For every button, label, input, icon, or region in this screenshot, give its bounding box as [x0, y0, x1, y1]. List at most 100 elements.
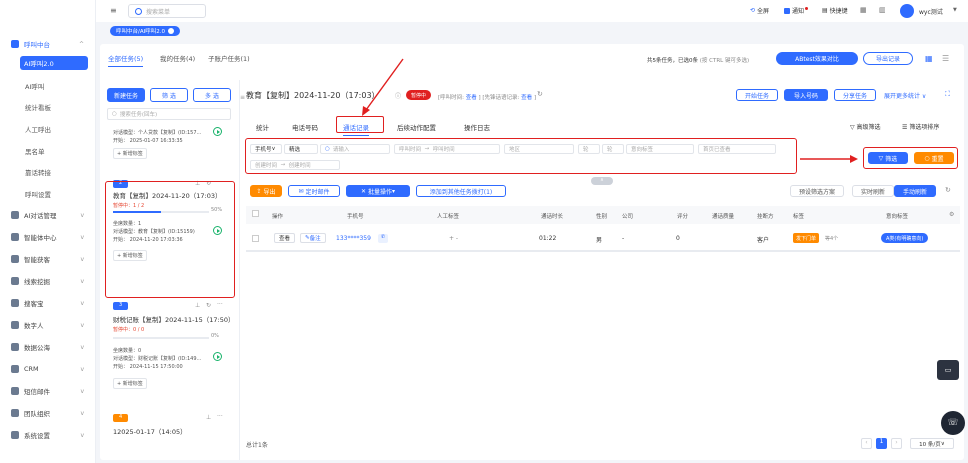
chevron-down-icon: v [80, 233, 84, 241]
gender-cell: 男 [596, 237, 603, 244]
sidebar-group-data-pool[interactable]: 数据公海 v [0, 339, 96, 355]
sidebar-group-leads[interactable]: 线索挖掘 v [0, 273, 96, 289]
call-phone-icon[interactable]: ✆ [378, 234, 388, 243]
annotation-arrows [362, 58, 858, 163]
next-page-button[interactable]: › [891, 438, 902, 449]
sidebar-item-label: 呼叫中台 [24, 41, 50, 49]
batch-operation-label: 批量操作 [368, 188, 393, 196]
sidebar-sub-dashboard[interactable]: 统计看板 [24, 100, 88, 114]
sidebar-group-label: 智能获客 [24, 256, 50, 264]
sidebar-sub-transfer[interactable]: 靠话转接 [24, 165, 88, 179]
sidebar-sub-label: 黑名单 [25, 148, 45, 156]
scheduled-mail-button[interactable]: ✉ 定时邮件 [288, 185, 340, 197]
sidebar-sub-label: AI呼叫2.0 [24, 60, 54, 68]
avatar[interactable] [900, 4, 914, 18]
menu-search-input[interactable]: 搜索菜单 [128, 4, 206, 18]
phone-cell[interactable]: 133****359 [336, 235, 371, 242]
chat-float-icon[interactable]: ▭ [937, 360, 959, 380]
chevron-down-icon: v [80, 365, 84, 373]
sidebar-group-soukebao[interactable]: 搜客宝 v [0, 295, 96, 311]
sidebar-group-team[interactable]: 团队组织 v [0, 405, 96, 421]
total-count: 总计1条 [246, 442, 268, 449]
chevron-down-icon: v [80, 387, 84, 395]
menu-search-placeholder: 搜索菜单 [146, 8, 171, 16]
select-all-checkbox[interactable] [252, 210, 259, 217]
sidebar-sub-label: 靠话转接 [25, 169, 51, 177]
tag-more[interactable]: 等4个 [825, 235, 838, 242]
settings-icon [11, 431, 19, 439]
scheduled-mail-label: 定时邮件 [305, 188, 330, 196]
col-intent-tag: 意向标签 [886, 214, 909, 220]
col-company: 公司 [622, 214, 634, 220]
shortcut-link[interactable]: ▤ 快捷键 [822, 6, 848, 15]
mail-icon: ✉ [298, 187, 304, 195]
fullscreen-label: 全屏 [757, 8, 770, 15]
col-gender: 性别 [596, 214, 608, 220]
page-1-button[interactable]: 1 [876, 438, 887, 449]
chevron-down-icon: v [80, 255, 84, 263]
col-phone: 手机号 [347, 214, 364, 220]
manual-refresh-button[interactable]: 手动刷新 [894, 185, 936, 197]
sidebar-group-crm[interactable]: CRM v [0, 361, 96, 377]
note-button[interactable]: ✎ 备注 [300, 233, 326, 243]
menu-toggle-icon[interactable]: ≡ [110, 6, 117, 15]
grid-icon[interactable]: ▦ [860, 6, 867, 14]
sidebar-sub-blacklist[interactable]: 黑名单 [24, 144, 88, 158]
sidebar-group-label: 搜客宝 [24, 300, 44, 308]
person-icon [11, 321, 19, 329]
realtime-refresh-button[interactable]: 实时刷新 [852, 185, 894, 197]
preset-filter-button[interactable]: 预设筛选方案 [790, 185, 844, 197]
sidebar-group-agent[interactable]: 智能体中心 v [0, 229, 96, 245]
sidebar-sub-manual-call[interactable]: 人工呼出 [24, 122, 88, 136]
horizontal-scrollbar[interactable] [246, 250, 960, 252]
bell-icon [784, 7, 790, 14]
sidebar-group-settings[interactable]: 系统设置 v [0, 427, 96, 443]
sidebar-group-digital-human[interactable]: 数字人 v [0, 317, 96, 333]
sidebar-group-label: 线索挖掘 [24, 278, 50, 286]
col-call-quality: 通话质量 [712, 214, 735, 220]
batch-icon: ✕ [360, 187, 366, 195]
page-size-select[interactable]: 10 条/页 ∨ [910, 438, 954, 449]
chevron-down-icon: v [80, 299, 84, 307]
sidebar-group-sms-mail[interactable]: 短信邮件 v [0, 383, 96, 399]
batch-operation-button[interactable]: ✕ 批量操作 ▾ [346, 185, 410, 197]
shortcut-label: 快捷键 [829, 8, 848, 15]
export-button[interactable]: ⇪ 导出 [250, 185, 282, 197]
refresh-icon[interactable]: ↻ [945, 186, 951, 194]
breadcrumb-tag[interactable]: 呼叫中台/AI呼叫2.0 [110, 26, 180, 36]
keyboard-icon: ▤ [822, 7, 828, 14]
search-icon [135, 7, 142, 15]
chevron-down-icon[interactable]: ▼ [953, 7, 957, 13]
sidebar-group-ai-dialog[interactable]: AI对话管理 v [0, 207, 96, 223]
add-to-other-task-button[interactable]: 添加到其他任务拨打(1) [416, 185, 506, 197]
manual-tag-cell[interactable]: + - [449, 235, 458, 242]
sidebar-sub-ai-call-2[interactable]: AI呼叫2.0 [20, 56, 88, 70]
sidebar-item-call-center[interactable]: 呼叫中台 ^ [0, 36, 96, 52]
chevron-down-icon: v [80, 321, 84, 329]
notify-link[interactable]: 通知 [784, 6, 809, 15]
sidebar-sub-ai-call[interactable]: AI呼叫 [24, 79, 88, 93]
chevron-up-icon: ^ [78, 40, 84, 48]
prev-page-button[interactable]: ‹ [861, 438, 872, 449]
chevron-down-icon: v [80, 343, 84, 351]
sidebar-group-acquire[interactable]: 智能获客 v [0, 251, 96, 267]
phone-icon [11, 40, 19, 48]
user-name[interactable]: wyc测试 [919, 7, 943, 16]
hangup-cell: 客户 [757, 237, 770, 244]
support-float-icon[interactable]: ☏ [941, 411, 965, 435]
row-checkbox[interactable] [252, 235, 259, 242]
sidebar-group-label: 数字人 [24, 322, 44, 330]
company-cell: - [622, 235, 625, 242]
sidebar-sub-label: 呼叫设置 [25, 191, 51, 199]
settings-icon[interactable]: ⚙ [949, 211, 954, 218]
crm-icon [11, 365, 19, 373]
fullscreen-link[interactable]: ⟲ 全屏 [750, 6, 769, 15]
notify-dot [805, 7, 809, 10]
chevron-down-icon: v [80, 409, 84, 417]
layout-icon[interactable]: ▥ [879, 6, 886, 14]
sidebar-sub-call-settings[interactable]: 呼叫设置 [24, 187, 88, 201]
sidebar-group-label: 短信邮件 [24, 388, 50, 396]
view-button[interactable]: 查看 [274, 233, 296, 243]
sidebar-sub-label: 人工呼出 [25, 126, 51, 134]
close-icon[interactable] [168, 28, 174, 34]
